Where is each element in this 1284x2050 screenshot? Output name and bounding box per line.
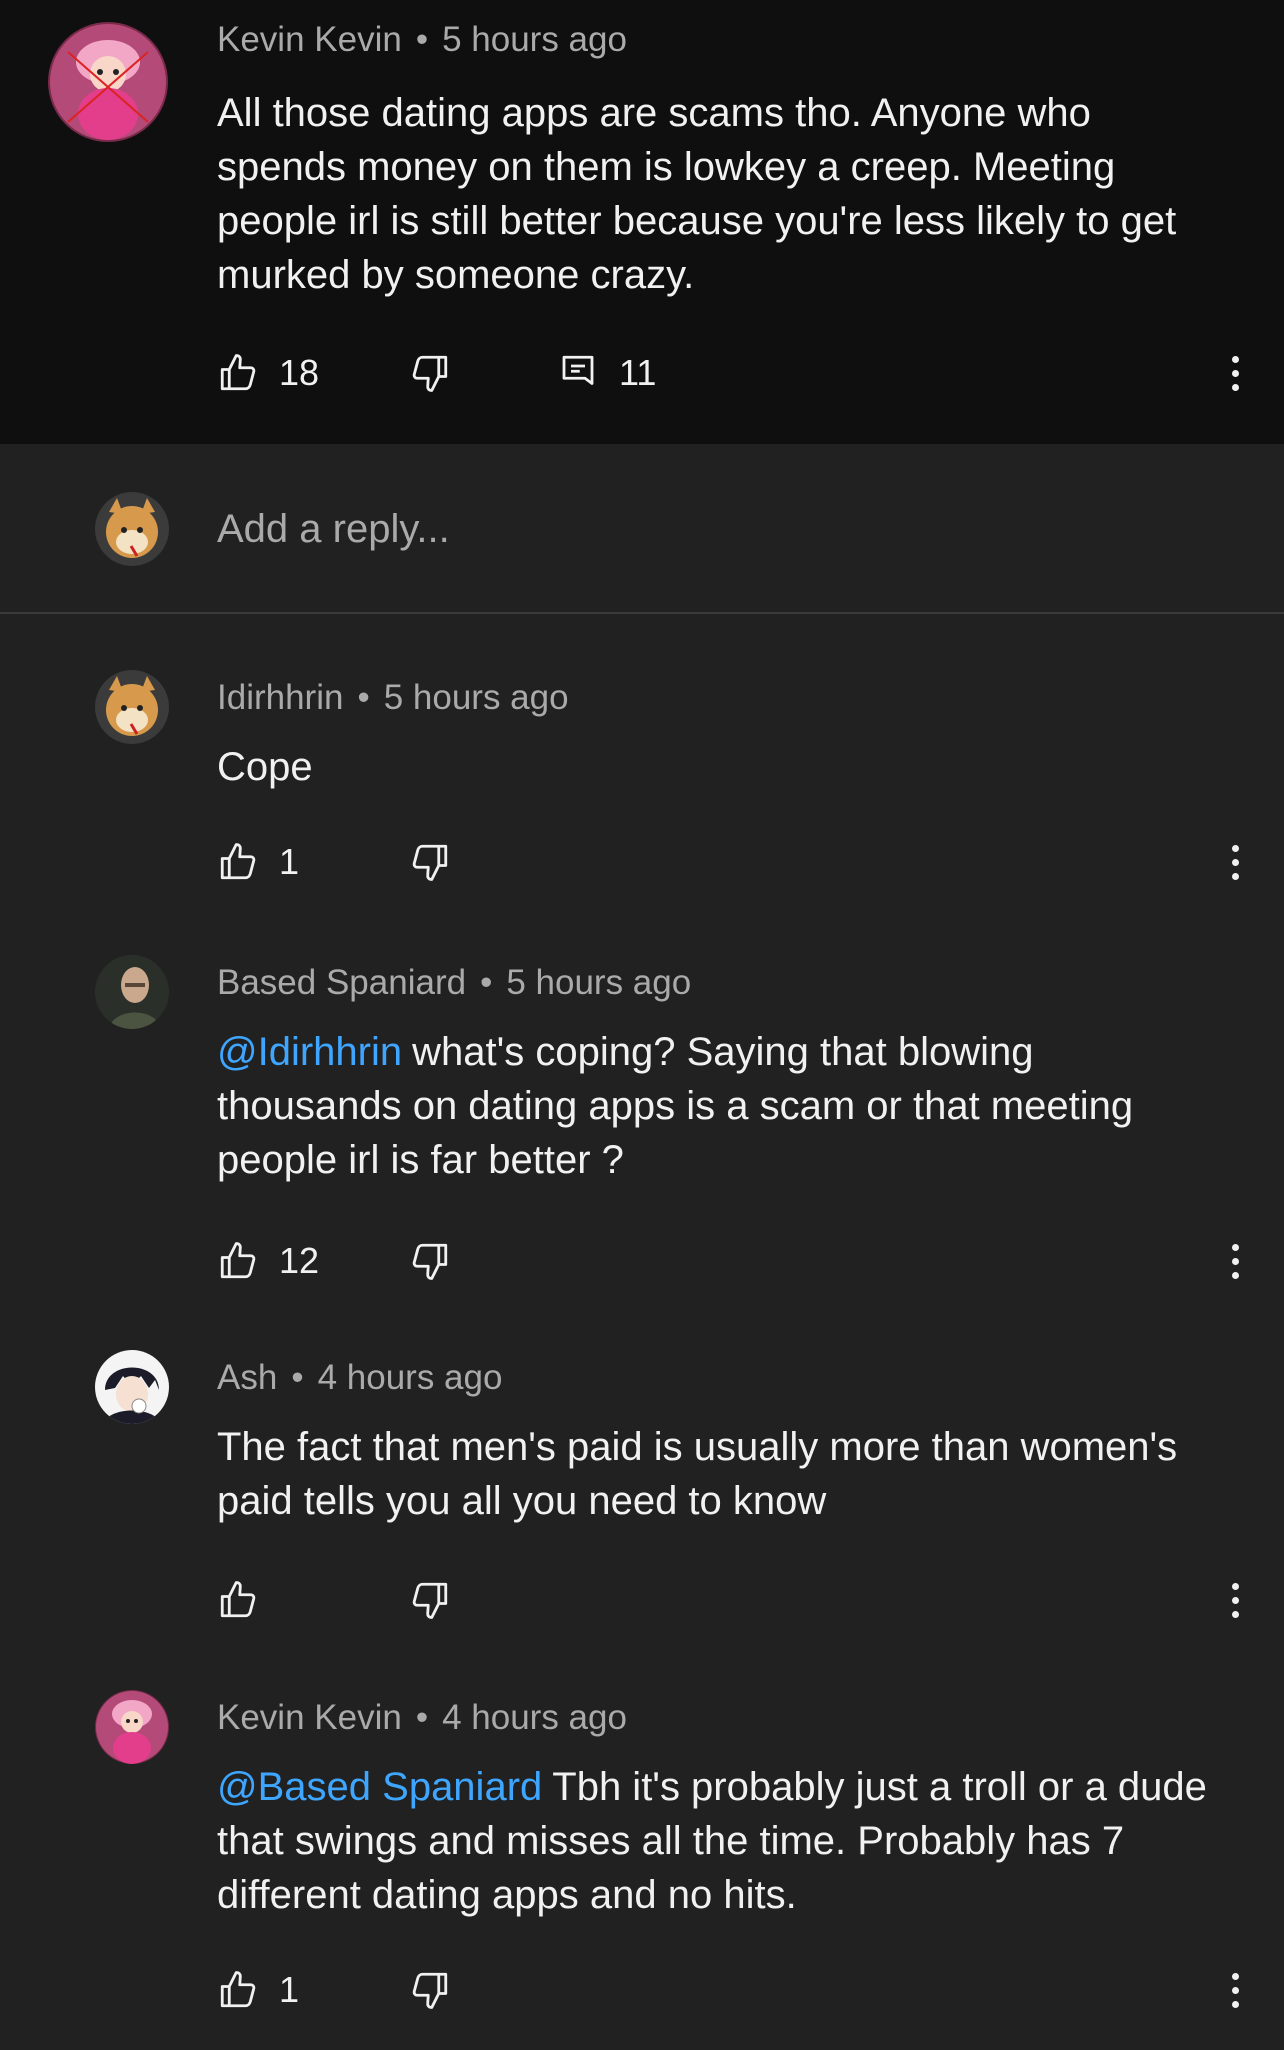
pink-anime-character-avatar[interactable] [95,1690,169,1764]
like-button[interactable] [217,1572,279,1628]
comment-meta: Based Spaniard • 5 hours ago [217,963,691,1003]
like-button[interactable]: 12 [217,1233,319,1289]
thumbs-up-icon [220,1242,256,1279]
more-options-button[interactable] [1223,1572,1247,1628]
author-name[interactable]: Based Spaniard [217,963,466,1002]
more-options-button[interactable] [1223,1962,1247,2018]
comment-text: The fact that men's paid is usually more… [217,1420,1227,1528]
timestamp: 4 hours ago [317,1358,503,1397]
comment-text-content: Cope [217,745,313,789]
more-options-button[interactable] [1223,1233,1247,1289]
timestamp: 5 hours ago [506,963,692,1002]
dark-haired-anime-avatar[interactable] [95,1350,169,1424]
shiba-dog-avatar [95,492,169,566]
dislike-button[interactable] [409,345,451,401]
parent-comment: Kevin Kevin • 5 hours ago All those dating… [0,0,1284,444]
timestamp: 4 hours ago [442,1698,627,1737]
thumbs-down-icon [412,1582,448,1619]
like-button[interactable]: 18 [217,345,319,401]
more-options-button[interactable] [1223,834,1247,890]
comment-text: All those dating apps are scams tho. Any… [217,91,1177,297]
timestamp: 5 hours ago [383,678,569,717]
comment-text-content: The fact that men's paid is usually more… [217,1425,1178,1523]
comment-actions: 18 11 [217,345,1247,401]
comment-actions: 1 [217,834,1247,890]
comment-actions: 12 [217,1233,1247,1289]
thumbs-up-icon [220,843,256,880]
comment-meta: Kevin Kevin • 4 hours ago [217,1698,627,1738]
pink-anime-character-avatar[interactable] [48,22,168,142]
dislike-button[interactable] [409,834,451,890]
mention-link[interactable]: @Based Spaniard [217,1765,542,1809]
comment-text: Cope [217,740,1227,794]
dislike-button[interactable] [409,1962,451,2018]
like-button[interactable]: 1 [217,834,299,890]
thumbs-up-icon [220,1581,256,1618]
dislike-button[interactable] [409,1572,451,1628]
comment-actions [217,1572,1247,1628]
thumbs-down-icon [412,1972,448,2009]
comment-text: @Based Spaniard Tbh it's probably just a … [217,1760,1227,1922]
meta-separator: • [415,20,429,59]
mention-link[interactable]: @Idirhhrin [217,1030,402,1074]
comment-meta: Kevin Kevin • 5 hours ago [217,20,627,60]
meta-separator: • [291,1358,304,1397]
author-name[interactable]: Idirhhrin [217,678,343,717]
comment-icon [562,355,594,385]
comment-text: @Idirhhrin what's coping? Saying that blo… [217,1025,1227,1187]
meta-separator: • [415,1698,429,1737]
thumbs-down-icon [412,355,448,392]
thumbs-up-icon [220,1971,256,2008]
soldier-avatar[interactable] [95,955,169,1029]
more-options-button[interactable] [1223,345,1247,401]
dislike-button[interactable] [409,1233,451,1289]
add-reply-box[interactable]: Add a reply... [0,444,1284,614]
comment-meta: Idirhhrin • 5 hours ago [217,678,569,718]
comment-actions: 1 [217,1962,1247,2018]
author-name[interactable]: Kevin Kevin [217,20,402,59]
author-name[interactable]: Kevin Kevin [217,1698,402,1737]
shiba-dog-avatar[interactable] [95,670,169,744]
thumbs-down-icon [412,1243,448,1280]
like-count: 1 [279,841,300,882]
replies-button[interactable]: 11 [557,345,656,401]
thumbs-down-icon [412,844,448,881]
author-name[interactable]: Ash [217,1358,277,1397]
like-count: 18 [279,352,320,393]
reply-input[interactable]: Add a reply... [217,507,450,552]
comment-thread: Kevin Kevin • 5 hours ago All those dating… [0,0,1284,2050]
meta-separator: • [357,678,370,717]
meta-separator: • [480,963,493,1002]
thumbs-up-icon [220,354,256,391]
like-button[interactable]: 1 [217,1962,299,2018]
like-count: 12 [279,1240,320,1281]
comment-meta: Ash • 4 hours ago [217,1358,502,1398]
reply-count: 11 [619,352,657,393]
timestamp: 5 hours ago [442,20,627,59]
like-count: 1 [279,1969,300,2010]
